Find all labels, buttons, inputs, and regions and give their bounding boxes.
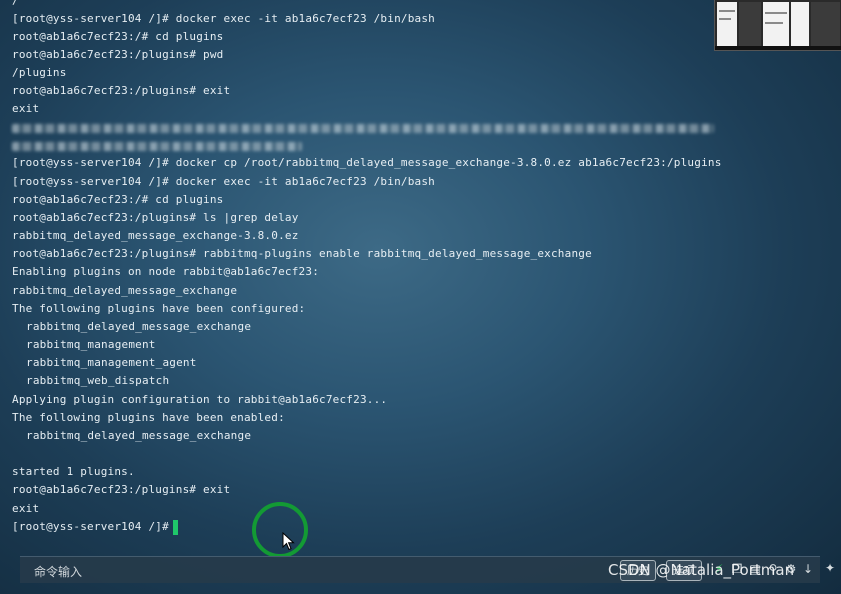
terminal-line: rabbitmq_delayed_message_exchange-3.8.0.… <box>12 229 299 242</box>
command-input-label[interactable]: 命令输入 <box>34 563 82 580</box>
text-cursor <box>173 520 178 535</box>
terminal-line: exit <box>12 102 40 115</box>
terminal-line: [root@yss-server104 /]# docker cp /root/… <box>12 156 722 169</box>
thumbnail-pane <box>811 2 840 46</box>
thumbnail-taskbar <box>715 46 841 50</box>
terminal-line: root@ab1a6c7ecf23:/# cd plugins <box>12 30 224 43</box>
terminal-output[interactable]: / [root@yss-server104 /]# docker exec -i… <box>0 0 841 550</box>
terminal-line: [root@yss-server104 /]# docker exec -it … <box>12 175 435 188</box>
thumbnail-pane <box>739 2 761 46</box>
expand-icon[interactable]: ✦ <box>823 561 837 575</box>
terminal-line: The following plugins have been configur… <box>12 302 306 315</box>
terminal-line: The following plugins have been enabled: <box>12 411 285 424</box>
thumbnail-pane <box>791 2 809 46</box>
terminal-line: rabbitmq_management <box>26 338 156 351</box>
terminal-line: root@ab1a6c7ecf23:/plugins# rabbitmq-plu… <box>12 247 592 260</box>
terminal-line: rabbitmq_web_dispatch <box>26 374 170 387</box>
click-highlight-ring <box>252 502 308 558</box>
terminal-line: /plugins <box>12 66 67 79</box>
terminal-line: root@ab1a6c7ecf23:/plugins# pwd <box>12 48 224 61</box>
window-thumbnail[interactable] <box>714 0 841 51</box>
terminal-line: exit <box>12 502 40 515</box>
thumbnail-line <box>719 10 735 12</box>
terminal-line: Applying plugin configuration to rabbit@… <box>12 393 388 406</box>
terminal-line: root@ab1a6c7ecf23:/# cd plugins <box>12 193 224 206</box>
terminal-line: rabbitmq_delayed_message_exchange <box>26 429 252 442</box>
download-icon[interactable]: ↓ <box>801 562 815 576</box>
thumbnail-line <box>765 22 783 24</box>
terminal-line: root@ab1a6c7ecf23:/plugins# exit <box>12 84 231 97</box>
thumbnail-pane <box>717 2 737 46</box>
redacted-text <box>12 124 714 133</box>
mouse-pointer-icon <box>282 532 295 551</box>
thumbnail-line <box>719 18 731 20</box>
terminal-line: rabbitmq_delayed_message_exchange <box>12 284 238 297</box>
terminal-line: Enabling plugins on node rabbit@ab1a6c7e… <box>12 265 320 278</box>
terminal-line: / <box>12 0 19 7</box>
thumbnail-pane <box>763 2 789 46</box>
terminal-line: [root@yss-server104 /]# docker exec -it … <box>12 12 435 25</box>
terminal-line: started 1 plugins. <box>12 465 135 478</box>
terminal-line: root@ab1a6c7ecf23:/plugins# ls |grep del… <box>12 211 299 224</box>
watermark-text: CSDN @Natalia_Portman <box>608 561 795 579</box>
thumbnail-line <box>765 12 787 14</box>
redacted-text <box>12 142 302 151</box>
terminal-line: rabbitmq_delayed_message_exchange <box>26 320 252 333</box>
terminal-prompt: [root@yss-server104 /]# <box>12 520 169 533</box>
terminal-line: root@ab1a6c7ecf23:/plugins# exit <box>12 483 231 496</box>
terminal-line: rabbitmq_management_agent <box>26 356 197 369</box>
